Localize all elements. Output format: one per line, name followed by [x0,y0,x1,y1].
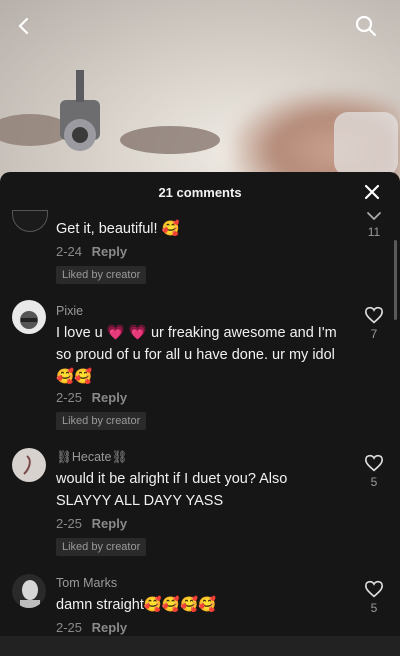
comment-text: damn straight🥰🥰🥰🥰 [56,597,217,613]
like-button[interactable]: 11 [360,210,388,239]
comment-date: 2-25 [56,390,83,405]
scrollbar[interactable] [394,240,397,320]
like-button[interactable]: 7 [360,306,388,341]
avatar[interactable] [12,574,46,608]
comment-date: 2-25 [56,516,83,531]
comment-meta: 2-25 Reply [56,390,127,405]
comments-header: 21 comments [0,172,400,212]
comment-date: 2-24 [56,244,83,259]
comment-username[interactable]: ⛓Hecate⛓ [56,450,127,465]
like-count: 11 [367,225,381,239]
comment-meta: 2-24 Reply [56,244,127,259]
comment-meta: 2-25 Reply [56,620,127,635]
heart-icon [364,306,384,324]
like-count: 5 [370,475,378,489]
search-button[interactable] [350,10,382,42]
comment-text: would it be alright if I duet you? Also … [56,471,288,509]
avatar[interactable] [12,210,48,232]
comments-sheet: 21 comments Get it, beautiful! 🥰 2-24 Re… [0,172,400,656]
comment-text: Get it, beautiful! 🥰 [56,221,180,237]
heart-icon [364,454,384,472]
search-icon [355,15,377,37]
comment-username[interactable]: Pixie [56,304,83,318]
comment-count: 21 comments [158,184,242,200]
like-count: 7 [370,327,378,341]
comment-meta: 2-25 Reply [56,516,127,531]
reply-button[interactable]: Reply [92,620,127,635]
comment-input-bar[interactable] [0,636,400,656]
back-button[interactable] [8,10,40,42]
ceiling-fan-image [0,70,220,154]
liked-by-creator-badge: Liked by creator [56,412,147,430]
liked-by-creator-badge: Liked by creator [56,266,147,284]
like-button[interactable]: 5 [360,580,388,615]
reply-button[interactable]: Reply [92,244,127,259]
reply-button[interactable]: Reply [92,390,127,405]
avatar-image [23,455,31,475]
profile-thumbnail[interactable] [334,112,398,176]
comment-text: I love u 💗 💗 ur freaking awesome and I'm… [56,325,337,385]
comment-username[interactable]: Tom Marks [56,576,117,590]
like-button[interactable]: 5 [360,454,388,489]
avatar-image [20,580,40,608]
avatar-image [20,311,38,329]
close-icon[interactable] [362,182,382,202]
liked-by-creator-badge: Liked by creator [56,538,147,556]
comment-date: 2-25 [56,620,83,635]
avatar[interactable] [12,448,46,482]
chevron-left-icon [18,17,29,35]
avatar[interactable] [12,300,46,334]
chevron-down-icon [367,212,381,221]
reply-button[interactable]: Reply [92,516,127,531]
heart-icon [364,580,384,598]
like-count: 5 [370,601,378,615]
